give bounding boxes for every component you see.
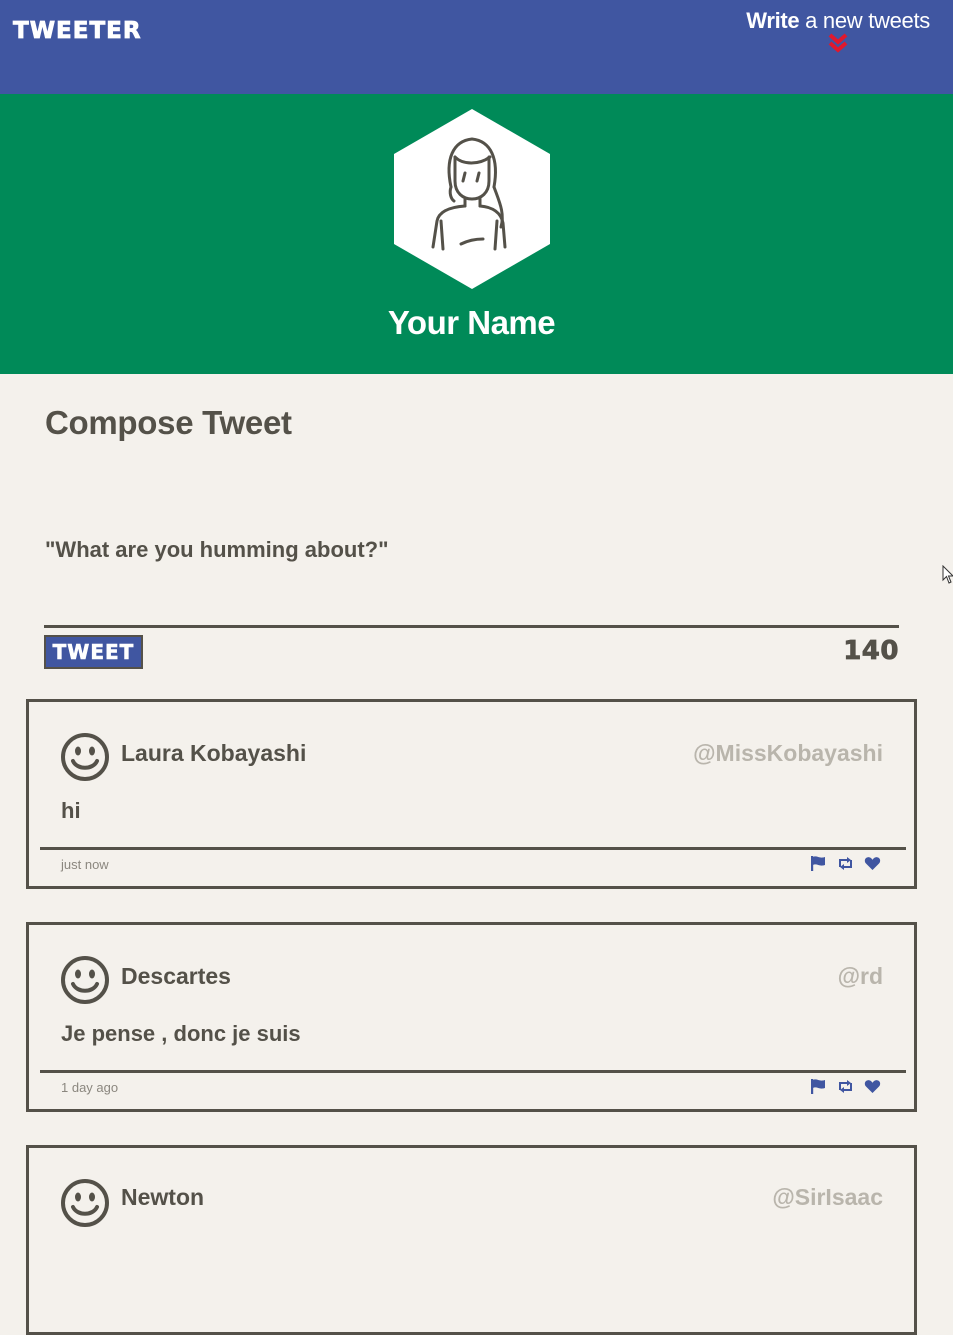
tweet-timestamp: just now [61,857,109,872]
tweet-divider [40,1070,906,1073]
retweet-icon[interactable] [837,855,854,872]
smiley-icon [61,1179,109,1227]
character-counter: 140 [843,636,899,667]
tweet-card: Newton @SirIsaac [26,1145,917,1335]
tweet-card: Descartes @rd Je pense , donc je suis 1 … [26,922,917,1112]
retweet-icon[interactable] [837,1078,854,1095]
tweet-divider [40,847,906,850]
compose-title: Compose Tweet [45,404,292,441]
heart-icon[interactable] [864,855,881,872]
tweet-actions [810,855,881,872]
heart-icon[interactable] [864,1078,881,1095]
compose-tweet-input[interactable] [45,537,895,617]
profile-name: Your Name [387,304,556,341]
user-avatar-icon [394,109,550,289]
write-bold-text: Write [746,8,800,33]
tweet-author-handle: @SirIsaac [772,1184,883,1210]
profile-header: Your Name [0,94,953,374]
write-new-tweet-toggle[interactable]: Write a new tweets [746,8,930,54]
double-chevron-down-icon[interactable] [826,32,850,54]
profile-avatar [393,109,551,289]
tweet-content: Je pense , donc je suis [61,1021,301,1046]
brand-logo[interactable]: TWEETER [13,18,142,45]
top-nav: TWEETER Write a new tweets [0,0,953,94]
smiley-icon [61,733,109,781]
tweet-submit-button[interactable]: TWEET [44,635,143,669]
tweet-actions [810,1078,881,1095]
tweet-author-handle: @rd [837,963,883,989]
tweet-author-name: Newton [121,1184,205,1210]
smiley-icon [61,956,109,1004]
tweet-author-handle: @MissKobayashi [693,740,883,766]
write-toggle-label[interactable]: Write a new tweets [746,8,930,34]
write-rest-text: a new tweets [799,8,930,33]
flag-icon[interactable] [810,1078,827,1095]
tweet-content: hi [61,798,81,823]
flag-icon[interactable] [810,855,827,872]
compose-divider [44,625,899,628]
tweet-timestamp: 1 day ago [61,1080,119,1095]
tweet-author-name: Descartes [121,963,231,989]
mouse-cursor-icon [942,565,953,584]
tweet-author-name: Laura Kobayashi [121,740,307,766]
tweet-card: Laura Kobayashi @MissKobayashi hi just n… [26,699,917,889]
